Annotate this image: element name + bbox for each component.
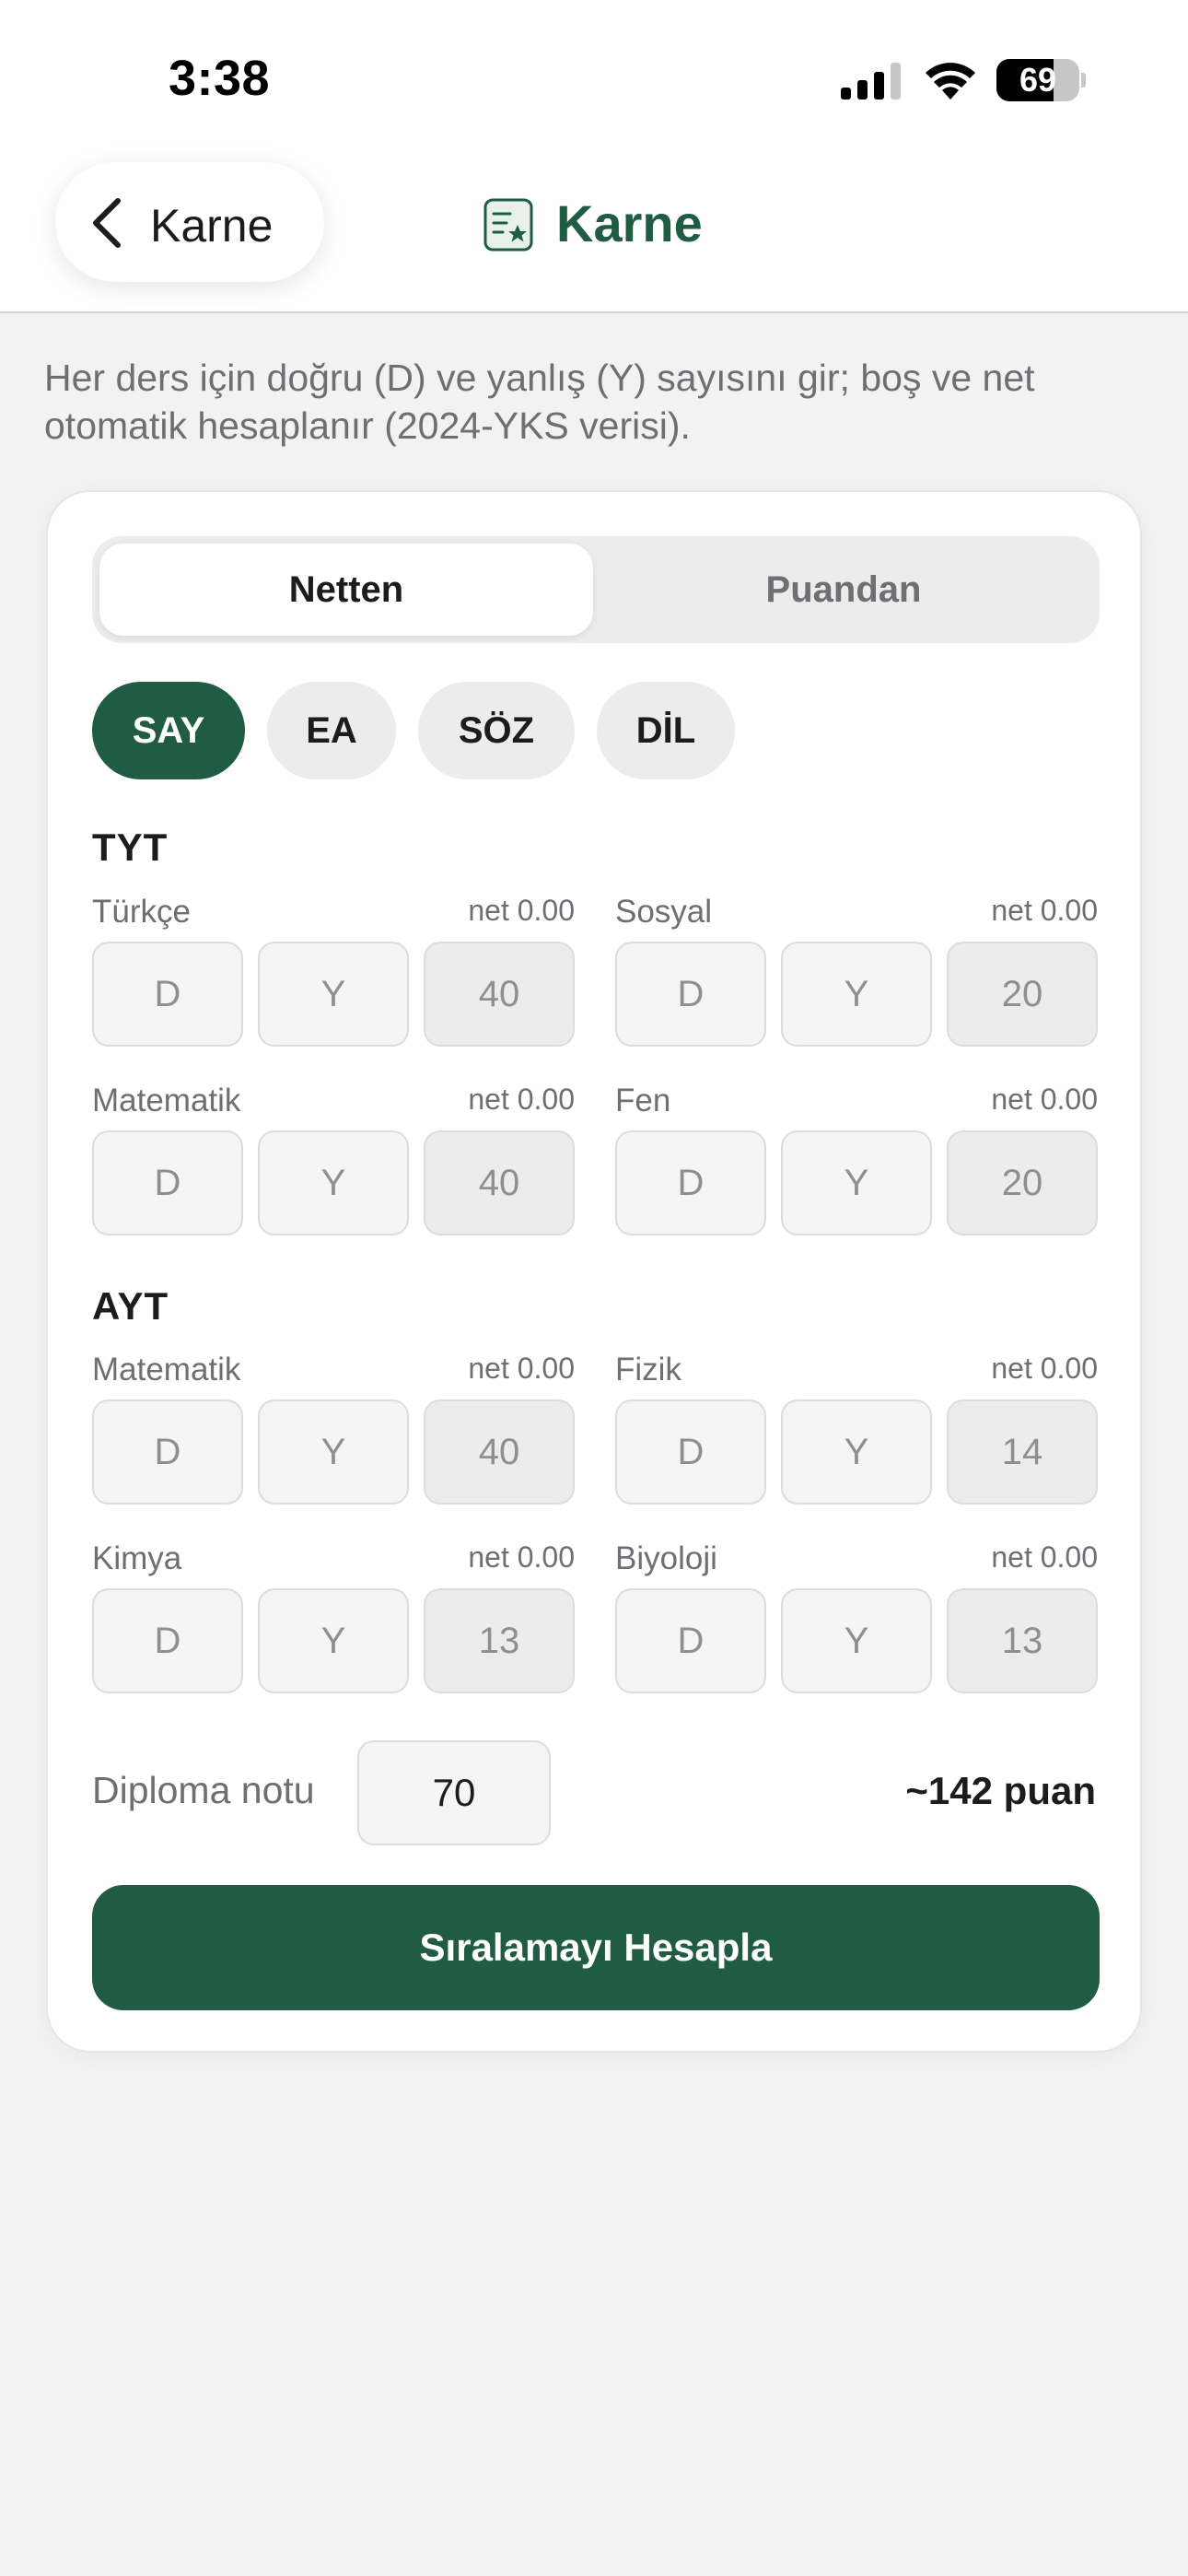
battery-icon: 69 <box>996 59 1086 101</box>
correct-input[interactable]: D <box>615 1588 766 1693</box>
subject-ayt-kimya: Kimya net 0.00 D Y 13 <box>92 1540 575 1701</box>
wifi-icon <box>926 63 975 100</box>
subject-net: net 0.00 <box>468 1540 575 1574</box>
wrong-input[interactable]: Y <box>781 1130 932 1235</box>
subject-net: net 0.00 <box>468 1352 575 1385</box>
page-title: Karne <box>556 194 703 252</box>
battery-percentage: 69 <box>1019 61 1057 99</box>
subject-name: Fizik <box>615 1352 681 1388</box>
subject-tyt-fen: Fen net 0.00 D Y 20 <box>615 1083 1098 1243</box>
subject-net: net 0.00 <box>991 894 1098 927</box>
score-card: Netten Puandan SAY EA SÖZ DİL TYT Türkçe… <box>46 490 1142 2053</box>
subject-tyt-sosyal: Sosyal net 0.00 D Y 20 <box>615 894 1098 1054</box>
subject-tyt-matematik: Matematik net 0.00 D Y 40 <box>92 1083 575 1243</box>
question-total: 40 <box>424 1130 575 1235</box>
question-total: 13 <box>947 1588 1098 1693</box>
wrong-input[interactable]: Y <box>258 1588 409 1693</box>
wrong-input[interactable]: Y <box>258 942 409 1047</box>
subject-name: Biyoloji <box>615 1540 717 1576</box>
section-title-tyt: TYT <box>92 825 169 869</box>
back-label: Karne <box>150 200 274 252</box>
subject-ayt-matematik: Matematik net 0.00 D Y 40 <box>92 1352 575 1512</box>
correct-input[interactable]: D <box>92 942 243 1047</box>
chip-ea[interactable]: EA <box>267 682 396 779</box>
diploma-grade-input[interactable]: 70 <box>357 1740 551 1845</box>
status-bar: 3:38 69 <box>0 0 1188 157</box>
question-total: 14 <box>947 1399 1098 1505</box>
subject-ayt-fizik: Fizik net 0.00 D Y 14 <box>615 1352 1098 1512</box>
calculate-ranking-button[interactable]: Sıralamayı Hesapla <box>92 1885 1100 2010</box>
navigation-bar: Karne Karne <box>0 157 1188 313</box>
wrong-input[interactable]: Y <box>258 1399 409 1505</box>
subject-name: Fen <box>615 1083 671 1118</box>
subject-name: Kimya <box>92 1540 182 1576</box>
subject-net: net 0.00 <box>468 894 575 927</box>
wrong-input[interactable]: Y <box>781 1588 932 1693</box>
chevron-left-icon <box>93 198 121 248</box>
subject-tyt-turkce: Türkçe net 0.00 D Y 40 <box>92 894 575 1054</box>
correct-input[interactable]: D <box>615 942 766 1047</box>
score-estimate: ~142 puan <box>905 1769 1096 1812</box>
back-button[interactable]: Karne <box>55 162 324 282</box>
question-total: 20 <box>947 1130 1098 1235</box>
section-title-ayt: AYT <box>92 1284 169 1328</box>
tab-puandan[interactable]: Puandan <box>595 544 1092 636</box>
correct-input[interactable]: D <box>615 1130 766 1235</box>
correct-input[interactable]: D <box>92 1588 243 1693</box>
subject-net: net 0.00 <box>991 1083 1098 1116</box>
subject-name: Matematik <box>92 1083 241 1118</box>
chip-say[interactable]: SAY <box>92 682 245 779</box>
question-total: 40 <box>424 942 575 1047</box>
correct-input[interactable]: D <box>92 1130 243 1235</box>
wrong-input[interactable]: Y <box>781 1399 932 1505</box>
question-total: 20 <box>947 942 1098 1047</box>
report-card-icon <box>483 198 533 252</box>
subject-net: net 0.00 <box>468 1083 575 1116</box>
cellular-signal-icon <box>841 63 901 100</box>
subject-name: Sosyal <box>615 894 713 930</box>
correct-input[interactable]: D <box>615 1399 766 1505</box>
status-time: 3:38 <box>169 51 271 106</box>
wrong-input[interactable]: Y <box>258 1130 409 1235</box>
tab-netten[interactable]: Netten <box>99 544 593 636</box>
question-total: 13 <box>424 1588 575 1693</box>
chip-soz[interactable]: SÖZ <box>418 682 575 779</box>
diploma-label: Diploma notu <box>92 1769 315 1811</box>
subject-net: net 0.00 <box>991 1352 1098 1385</box>
chip-dil[interactable]: DİL <box>597 682 735 779</box>
subject-name: Matematik <box>92 1352 241 1388</box>
question-total: 40 <box>424 1399 575 1505</box>
wrong-input[interactable]: Y <box>781 942 932 1047</box>
instructions-text: Her ders için doğru (D) ve yanlış (Y) sa… <box>44 357 1035 447</box>
subject-name: Türkçe <box>92 894 191 930</box>
subject-ayt-biyoloji: Biyoloji net 0.00 D Y 13 <box>615 1540 1098 1701</box>
mode-segmented-control: Netten Puandan <box>92 536 1100 643</box>
correct-input[interactable]: D <box>92 1399 243 1505</box>
subject-net: net 0.00 <box>991 1540 1098 1574</box>
